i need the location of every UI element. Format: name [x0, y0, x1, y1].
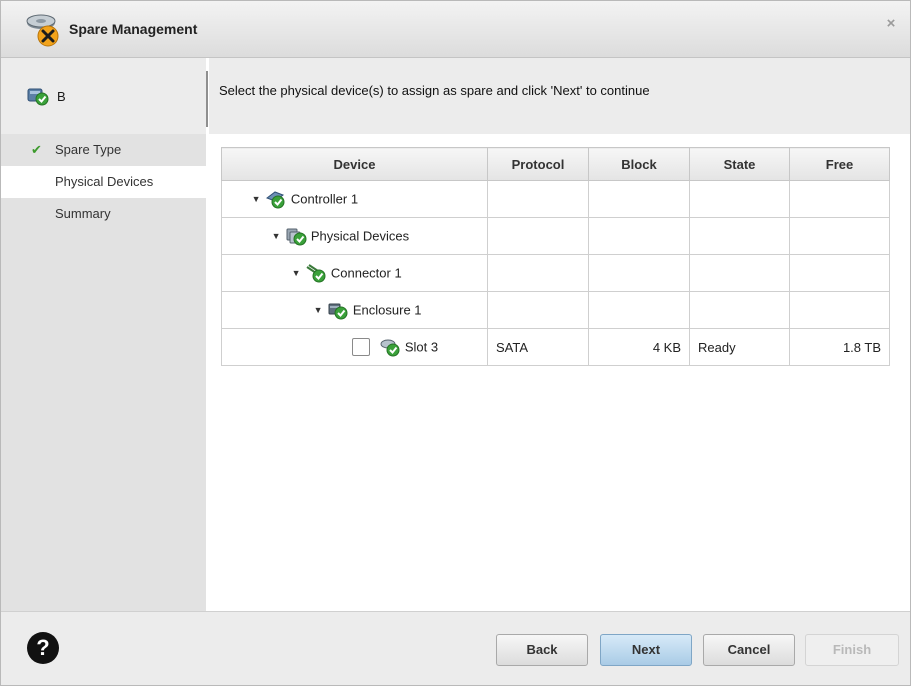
controller-icon	[266, 191, 285, 209]
sidebar-item-label: Summary	[55, 206, 111, 221]
wizard-steps-sidebar: ✔ Spare Type Physical Devices Summary	[1, 134, 206, 611]
sidebar-item-physical-devices[interactable]: Physical Devices	[1, 166, 206, 198]
device-table: Device Protocol Block State Free ▼ Contr…	[221, 147, 890, 366]
device-cell: ▼ Controller 1	[221, 180, 488, 218]
sidebar-item-summary[interactable]: Summary	[1, 198, 206, 230]
physical-devices-icon	[286, 228, 307, 246]
column-header-block[interactable]: Block	[588, 147, 690, 181]
enclosure-icon	[328, 303, 348, 320]
protocol-cell	[487, 291, 589, 329]
block-cell	[588, 291, 690, 329]
free-cell	[789, 291, 890, 329]
spare-drive-icon	[26, 14, 59, 47]
free-cell	[789, 217, 890, 255]
sidebar-item-label: Physical Devices	[55, 174, 154, 189]
device-cell: ▼ Connector 1	[221, 254, 488, 292]
dialog-footer: ? Back Next Cancel Finish	[1, 611, 910, 685]
checkmark-icon: ✔	[31, 142, 42, 157]
column-header-state[interactable]: State	[689, 147, 790, 181]
block-cell	[588, 217, 690, 255]
expand-arrow-icon[interactable]: ▼	[314, 305, 324, 315]
dialog-title: Spare Management	[69, 21, 198, 37]
next-button[interactable]: Next	[600, 634, 692, 666]
tree-node-label: Enclosure 1	[352, 302, 422, 318]
controller-label: B	[57, 89, 66, 104]
cancel-button[interactable]: Cancel	[703, 634, 795, 666]
expand-arrow-icon[interactable]: ▼	[252, 194, 262, 204]
title-bar[interactable]: Spare Management ×	[1, 1, 910, 58]
help-icon[interactable]: ?	[27, 632, 59, 664]
free-cell: 1.8 TB	[789, 328, 890, 366]
spare-management-dialog: Spare Management × B Select the physical…	[0, 0, 911, 686]
block-cell	[588, 180, 690, 218]
finish-button[interactable]: Finish	[805, 634, 899, 666]
state-cell	[689, 254, 790, 292]
state-cell	[689, 217, 790, 255]
back-button[interactable]: Back	[496, 634, 588, 666]
tree-node-label: Controller 1	[290, 191, 359, 207]
connector-icon	[306, 264, 326, 283]
tree-node-label: Slot 3	[404, 339, 439, 355]
column-header-free[interactable]: Free	[789, 147, 890, 181]
free-cell	[789, 180, 890, 218]
close-icon[interactable]: ×	[882, 15, 900, 33]
sidebar-item-label: Spare Type	[55, 142, 122, 157]
expand-arrow-icon[interactable]: ▼	[272, 231, 282, 241]
device-cell: ▼ Physical Devices	[221, 217, 488, 255]
tree-node-label: Connector 1	[330, 265, 402, 281]
device-cell: Slot 3	[221, 328, 488, 366]
device-cell: ▼ Enclosure 1	[221, 291, 488, 329]
table-row[interactable]: ▼ Controller 1	[221, 180, 890, 218]
expand-arrow-icon[interactable]: ▼	[292, 268, 302, 278]
free-cell	[789, 254, 890, 292]
tree-node-label: Physical Devices	[310, 228, 410, 244]
sidebar-item-spare-type[interactable]: ✔ Spare Type	[1, 134, 206, 166]
table-header-row: Device Protocol Block State Free	[221, 147, 890, 181]
instruction-panel: Select the physical device(s) to assign …	[209, 58, 910, 134]
table-row[interactable]: ▼ Connector 1	[221, 254, 890, 292]
column-header-protocol[interactable]: Protocol	[487, 147, 589, 181]
protocol-cell: SATA	[487, 328, 589, 366]
block-cell	[588, 254, 690, 292]
state-cell	[689, 291, 790, 329]
disk-icon	[380, 339, 400, 357]
slot-select-checkbox[interactable]	[351, 338, 370, 356]
table-row[interactable]: ▼ Physical Devices	[221, 217, 890, 255]
content-panel: Device Protocol Block State Free ▼ Contr…	[209, 134, 910, 611]
controller-icon	[27, 88, 49, 106]
table-row[interactable]: Slot 3 SATA 4 KB Ready 1.8 TB	[221, 328, 890, 366]
block-cell: 4 KB	[588, 328, 690, 366]
instruction-text: Select the physical device(s) to assign …	[219, 83, 650, 98]
controller-header: B	[1, 58, 206, 134]
column-header-device[interactable]: Device	[221, 147, 488, 181]
protocol-cell	[487, 217, 589, 255]
protocol-cell	[487, 180, 589, 218]
state-cell: Ready	[689, 328, 790, 366]
table-row[interactable]: ▼ Enclosure 1	[221, 291, 890, 329]
header-divider	[206, 71, 208, 127]
protocol-cell	[487, 254, 589, 292]
state-cell	[689, 180, 790, 218]
